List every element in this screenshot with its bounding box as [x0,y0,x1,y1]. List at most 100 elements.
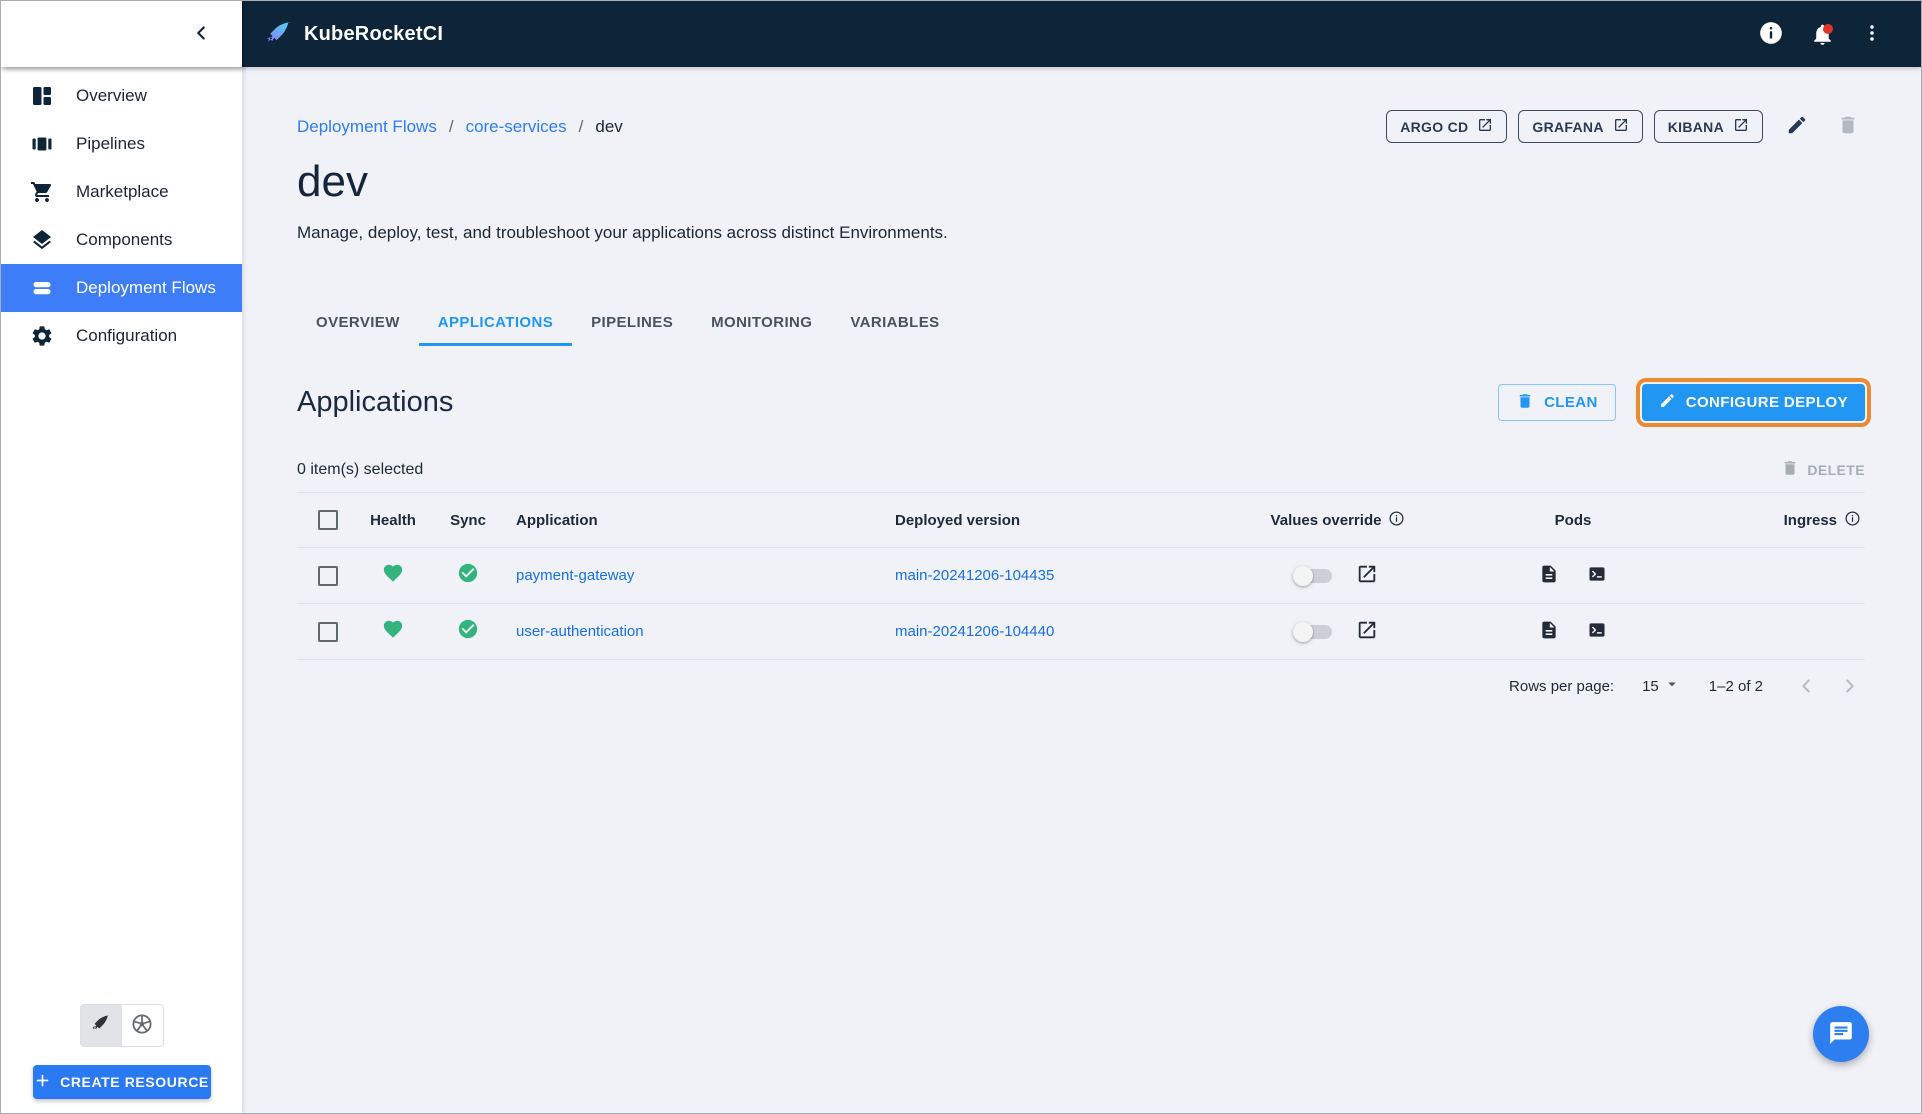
pods-cell [1463,618,1683,645]
rows-per-page-select[interactable]: 15 [1642,675,1681,697]
deployed-version-link[interactable]: main-20241206-104435 [895,567,1054,584]
applications-heading: Applications [297,386,454,418]
row-checkbox[interactable] [318,565,338,586]
values-override-toggle[interactable] [1293,621,1332,642]
pencil-icon [1659,392,1676,413]
next-page-button[interactable] [1835,671,1865,701]
previous-page-button[interactable] [1791,671,1821,701]
sidebar-item-marketplace[interactable]: Marketplace [1,168,242,216]
quick-link-label: KIBANA [1667,118,1724,135]
pagination-range: 1–2 of 2 [1708,677,1763,695]
main-content: Deployment Flows / core-services / dev A… [242,67,1921,1113]
quick-link-label: ARGO CD [1400,118,1469,135]
applications-actions: CLEAN CONFIGURE DEPLOY [1498,378,1872,427]
sidebar-item-configuration[interactable]: Configuration [1,312,242,360]
health-heart-icon [382,562,404,589]
sidebar-item-label: Overview [76,86,147,105]
pod-terminal-button[interactable] [1585,562,1609,589]
sidebar-item-label: Configuration [76,326,178,345]
table-header-row: Health Sync Application Deployed version… [297,493,1865,548]
column-values-override: Values override [1213,510,1463,531]
deployed-version-link[interactable]: main-20241206-104440 [895,623,1054,640]
chat-fab-button[interactable] [1813,1006,1869,1062]
delete-environment-button[interactable] [1831,108,1865,145]
brand: KubeRocketCI [264,19,443,49]
sidebar-item-overview[interactable]: Overview [1,72,242,120]
column-pods: Pods [1554,511,1592,529]
sidebar-item-label: Components [76,230,173,249]
kubernetes-view-button[interactable] [121,1005,163,1046]
dashboard-icon [30,84,54,108]
tab-applications[interactable]: APPLICATIONS [418,301,573,346]
tab-variables[interactable]: VARIABLES [831,301,958,346]
argocd-link-button[interactable]: ARGO CD [1386,110,1508,143]
quick-links: ARGO CD GRAFANA KIBANA [1386,108,1865,145]
kibana-link-button[interactable]: KIBANA [1653,110,1763,143]
column-ingress-label: Ingress [1783,511,1837,529]
tabs: OVERVIEW APPLICATIONS PIPELINES MONITORI… [297,301,1865,346]
clean-label: CLEAN [1544,394,1598,411]
table-toolbar: 0 item(s) selected DELETE [297,447,1865,493]
create-resource-button[interactable]: CREATE RESOURCE [32,1065,211,1099]
sync-check-circle-icon [457,562,479,589]
tab-overview[interactable]: OVERVIEW [297,301,419,346]
caret-down-icon [1663,675,1681,697]
kuberocketci-view-button[interactable] [80,1005,122,1046]
pencil-icon [1786,114,1808,139]
row-checkbox[interactable] [318,621,338,642]
notifications-button[interactable] [1804,16,1841,53]
toggle-knob [1293,621,1313,642]
delete-selected-button[interactable]: DELETE [1781,459,1865,480]
tab-monitoring[interactable]: MONITORING [692,301,831,346]
select-all-checkbox[interactable] [318,510,338,530]
sidebar-item-deployment-flows[interactable]: Deployment Flows [1,264,242,312]
rows-per-page-label: Rows per page: [1509,677,1615,695]
configure-deploy-label: CONFIGURE DEPLOY [1685,394,1848,411]
pod-logs-button[interactable] [1537,618,1561,645]
sidebar-collapse-button[interactable] [184,16,218,53]
breadcrumb-current: dev [595,116,623,136]
flows-icon [30,276,54,300]
tab-pipelines[interactable]: PIPELINES [572,301,692,346]
table-row: payment-gateway main-20241206-104435 [297,548,1865,604]
application-link[interactable]: payment-gateway [516,567,634,584]
info-outline-icon[interactable] [1388,510,1405,531]
selected-count: 0 item(s) selected [297,460,424,478]
configure-deploy-button[interactable]: CONFIGURE DEPLOY [1635,378,1872,427]
brand-name: KubeRocketCI [304,22,444,45]
pod-terminal-button[interactable] [1585,618,1609,645]
app-root: KubeRocketCI Overview Pipelines Marketpl… [0,0,1922,1114]
health-cell [353,562,433,589]
deployed-version-cell: main-20241206-104440 [873,623,1213,640]
grafana-link-button[interactable]: GRAFANA [1518,110,1643,143]
column-ingress: Ingress [1683,510,1865,531]
clean-button[interactable]: CLEAN [1498,384,1616,421]
application-link[interactable]: user-authentication [516,623,644,640]
breadcrumb-link-core-services[interactable]: core-services [466,117,567,137]
values-override-cell [1213,561,1463,590]
edit-environment-button[interactable] [1780,108,1814,145]
breadcrumb-link-deployment-flows[interactable]: Deployment Flows [297,117,437,137]
values-override-toggle[interactable] [1293,565,1332,586]
gear-icon [30,324,54,348]
info-button[interactable] [1752,14,1790,55]
info-outline-icon[interactable] [1844,510,1861,531]
chat-bubble-icon [1828,1020,1854,1049]
sync-cell [433,562,503,589]
more-menu-button[interactable] [1855,16,1889,53]
pod-logs-button[interactable] [1537,562,1561,589]
terminal-icon [1587,620,1607,643]
pods-cell [1463,562,1683,589]
row-checkbox-cell [297,621,353,642]
open-values-button[interactable] [1354,561,1380,590]
breadcrumb-row: Deployment Flows / core-services / dev A… [297,108,1865,145]
chevron-left-icon [190,22,212,47]
trash-icon [1781,459,1799,480]
health-cell [353,618,433,645]
sidebar-item-components[interactable]: Components [1,216,242,264]
sync-check-circle-icon [457,618,479,645]
open-values-button[interactable] [1354,617,1380,646]
sidebar-item-label: Pipelines [76,134,145,153]
cart-icon [30,180,54,204]
sidebar-item-pipelines[interactable]: Pipelines [1,120,242,168]
